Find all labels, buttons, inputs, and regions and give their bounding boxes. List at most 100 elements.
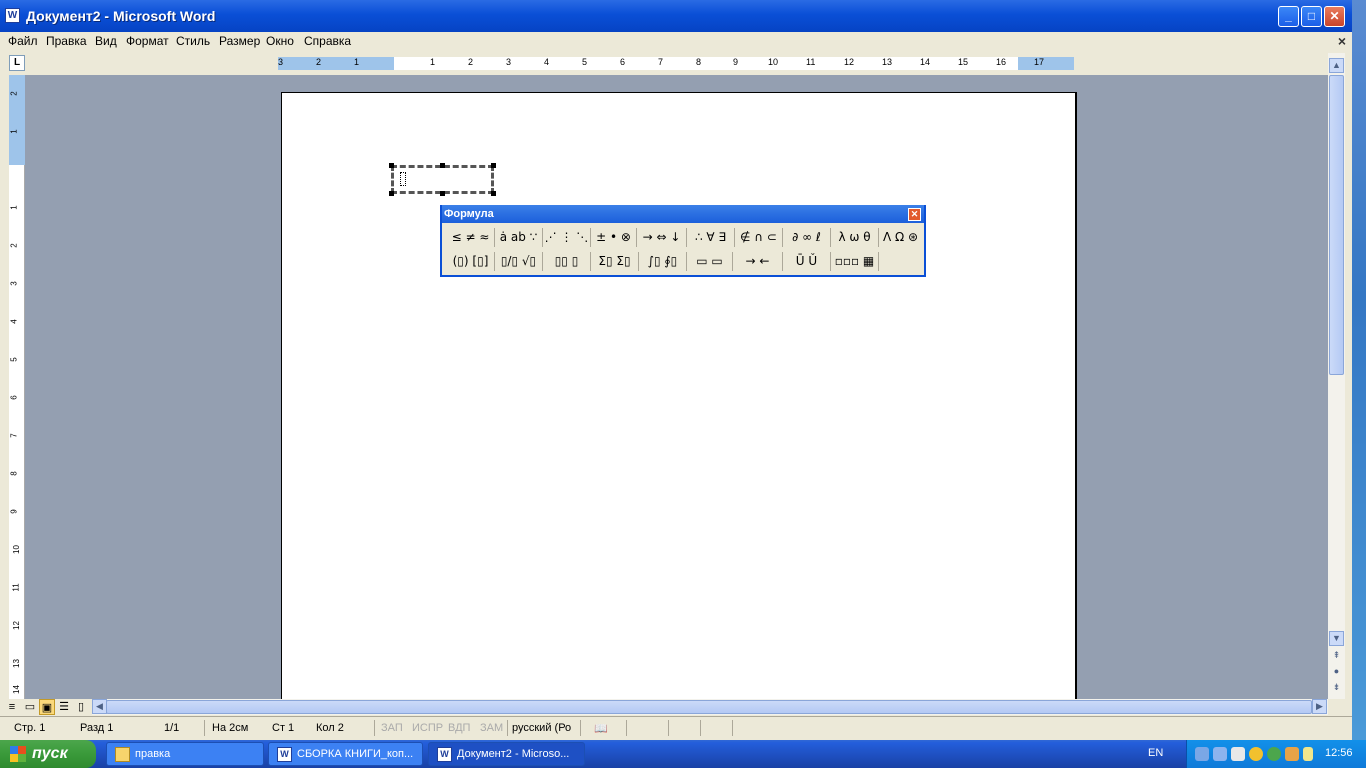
- close-document-icon[interactable]: ×: [1338, 33, 1346, 49]
- embellishments-button[interactable]: ⋰ ⋮ ⋱: [543, 228, 591, 247]
- outline-view-icon[interactable]: ☰: [56, 699, 72, 715]
- labeled-arrow-templates-button[interactable]: → ←: [733, 252, 783, 271]
- ruler-label: 5: [582, 57, 588, 67]
- horizontal-ruler[interactable]: 3 2 1 1 2 3 4 5 6 7 8 9 10 11 12 13 14 1…: [278, 57, 1074, 70]
- menu-size[interactable]: Размер: [217, 33, 262, 49]
- status-trk[interactable]: ИСПР: [412, 722, 443, 734]
- desktop-background: [1352, 0, 1366, 740]
- word-window: W Документ2 - Microsoft Word _ □ ✕ Файл …: [0, 0, 1352, 740]
- network-icon[interactable]: [1195, 747, 1209, 761]
- menu-style[interactable]: Стиль: [174, 33, 212, 49]
- menu-window[interactable]: Окно: [264, 33, 296, 49]
- horizontal-scroll-thumb[interactable]: [106, 700, 1312, 714]
- network-2-icon[interactable]: [1213, 747, 1227, 761]
- status-rec[interactable]: ЗАП: [381, 722, 403, 734]
- menu-format[interactable]: Формат: [124, 33, 171, 49]
- web-view-icon[interactable]: ▭: [22, 699, 38, 715]
- equation-object[interactable]: [391, 165, 494, 194]
- menu-file[interactable]: Файл: [6, 33, 40, 49]
- tray-app-3-icon[interactable]: [1285, 747, 1299, 761]
- menu-help[interactable]: Справка: [302, 33, 353, 49]
- status-ovr[interactable]: ЗАМ: [480, 722, 503, 734]
- status-page: Стр. 1: [14, 722, 46, 734]
- status-at: На 2см: [212, 722, 249, 734]
- greek-lowercase-button[interactable]: λ ω θ: [831, 228, 879, 247]
- status-section: Разд 1: [80, 722, 114, 734]
- vertical-scroll-thumb[interactable]: [1329, 75, 1344, 375]
- scroll-up-icon[interactable]: ▲: [1329, 58, 1344, 73]
- ruler-label: 14: [11, 685, 21, 694]
- taskbar-item-folder[interactable]: правка: [106, 742, 264, 766]
- ruler-label: 1: [9, 129, 19, 134]
- logical-symbols-button[interactable]: ∴ ∀ ∃: [687, 228, 735, 247]
- fraction-radical-templates-button[interactable]: ▯/▯ √▯: [495, 252, 543, 271]
- ruler-label: 5: [9, 357, 19, 362]
- fence-templates-button[interactable]: (▯) [▯]: [447, 252, 495, 271]
- ruler-label: 8: [696, 57, 702, 67]
- misc-symbols-button[interactable]: ∂ ∞ ℓ: [783, 228, 831, 247]
- taskbar-item-document2[interactable]: W Документ2 - Microso...: [428, 742, 585, 766]
- set-theory-button[interactable]: ∉ ∩ ⊂: [735, 228, 783, 247]
- matrix-templates-button[interactable]: ▫▫▫ ▦: [831, 252, 879, 271]
- horizontal-ruler-row: L 3 2 1 1 2 3 4 5 6 7 8 9 10 11 12 13 14…: [0, 53, 1328, 75]
- next-page-icon[interactable]: ⇟: [1329, 681, 1344, 696]
- status-language[interactable]: русский (Ро: [512, 722, 571, 734]
- system-tray: 12:56: [1186, 740, 1366, 768]
- tray-app-2-icon[interactable]: [1267, 747, 1281, 761]
- horizontal-scrollbar[interactable]: ◀ ▶: [92, 699, 1328, 715]
- summation-templates-button[interactable]: Σ▯ Σ▯: [591, 252, 639, 271]
- taskbar-item-book[interactable]: W СБОРКА КНИГИ_коп...: [268, 742, 423, 766]
- ruler-label: 12: [844, 57, 855, 67]
- integral-templates-button[interactable]: ∫▯ ∮▯: [639, 252, 687, 271]
- greek-uppercase-button[interactable]: Λ Ω ⊛: [879, 228, 922, 247]
- ruler-label: 15: [958, 57, 969, 67]
- prev-page-icon[interactable]: ⇞: [1329, 649, 1344, 664]
- document-area[interactable]: [9, 75, 1328, 699]
- taskbar-item-label: СБОРКА КНИГИ_коп...: [297, 748, 414, 760]
- ruler-label: 2: [468, 57, 474, 67]
- formula-row-2: (▯) [▯] ▯/▯ √▯ ▯▯ ▯ Σ▯ Σ▯ ∫▯ ∮▯ ▭ ▭ → ← …: [445, 250, 922, 272]
- tray-app-icon[interactable]: [1249, 747, 1263, 761]
- minimize-button[interactable]: _: [1278, 6, 1299, 27]
- spelling-status-icon[interactable]: 📖: [594, 722, 608, 735]
- browse-object-icon[interactable]: ●: [1329, 665, 1344, 680]
- vertical-ruler[interactable]: 2 1 1 2 3 4 5 6 7 8 9 10 11 12 13 14: [9, 75, 25, 699]
- formula-close-icon[interactable]: ✕: [908, 208, 921, 221]
- close-button[interactable]: ✕: [1324, 6, 1345, 27]
- arrow-symbols-button[interactable]: → ⇔ ↓: [637, 228, 687, 247]
- battery-icon[interactable]: [1303, 747, 1313, 761]
- underbar-overbar-templates-button[interactable]: ▭ ▭: [687, 252, 733, 271]
- subscript-superscript-templates-button[interactable]: ▯▯ ▯: [543, 252, 591, 271]
- vertical-scrollbar[interactable]: ▲ ▼ ⇞ ● ⇟: [1328, 53, 1345, 699]
- maximize-button[interactable]: □: [1301, 6, 1322, 27]
- scroll-left-icon[interactable]: ◀: [92, 699, 107, 714]
- formula-toolbar-title[interactable]: Формула: [442, 205, 924, 223]
- ruler-label: 17: [1034, 57, 1045, 67]
- spaces-ellipses-button[interactable]: ȧ ab ∵: [495, 228, 543, 247]
- language-indicator[interactable]: EN: [1148, 747, 1163, 759]
- volume-icon[interactable]: [1231, 747, 1245, 761]
- normal-view-icon[interactable]: ≡: [4, 699, 20, 715]
- print-layout-view-icon[interactable]: ▣: [39, 699, 55, 715]
- ruler-label: 2: [9, 91, 19, 96]
- clock[interactable]: 12:56: [1325, 747, 1353, 759]
- scroll-down-icon[interactable]: ▼: [1329, 631, 1344, 646]
- tab-selector[interactable]: L: [9, 55, 25, 71]
- ruler-label: 7: [658, 57, 664, 67]
- relational-symbols-button[interactable]: ≤ ≠ ≈: [447, 228, 495, 247]
- products-set-theory-templates-button[interactable]: Ū Ǔ: [783, 252, 831, 271]
- reading-view-icon[interactable]: ▯: [73, 699, 89, 715]
- menu-edit[interactable]: Правка: [44, 33, 89, 49]
- start-button[interactable]: пуск: [0, 740, 96, 768]
- menu-bar: Файл Правка Вид Формат Стиль Размер Окно…: [0, 32, 1352, 53]
- operator-symbols-button[interactable]: ± • ⊗: [591, 228, 637, 247]
- ruler-label: 2: [9, 243, 19, 248]
- word-app-icon[interactable]: W: [5, 8, 20, 23]
- scroll-right-icon[interactable]: ▶: [1312, 699, 1327, 714]
- menu-view[interactable]: Вид: [93, 33, 119, 49]
- document-page[interactable]: [281, 92, 1077, 699]
- status-ext[interactable]: ВДП: [448, 722, 470, 734]
- equation-slot[interactable]: [400, 172, 406, 186]
- title-bar[interactable]: W Документ2 - Microsoft Word _ □ ✕: [0, 0, 1352, 32]
- taskbar: пуск правка W СБОРКА КНИГИ_коп... W Доку…: [0, 740, 1366, 768]
